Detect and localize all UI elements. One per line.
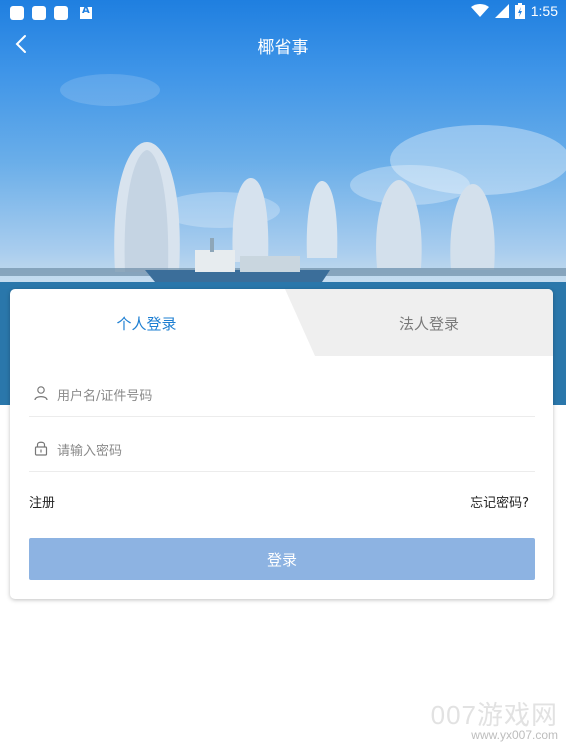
login-card: 个人登录 法人登录 用户名/证件号码 请输入密码 注册 忘记密码? 登录 (10, 289, 553, 599)
login-button-label: 登录 (266, 550, 297, 569)
notification-icon (54, 6, 68, 20)
password-placeholder: 请输入密码 (57, 444, 123, 459)
lock-icon (34, 441, 48, 456)
username-placeholder: 用户名/证件号码 (57, 389, 153, 404)
register-link[interactable]: 注册 (29, 492, 55, 511)
tab-legal-label: 法人登录 (398, 315, 459, 333)
wifi-icon (470, 4, 489, 17)
tab-personal-login[interactable]: 个人登录 (10, 289, 310, 356)
page-title: 椰省事 (257, 38, 309, 58)
forgot-password-link[interactable]: 忘记密码? (470, 492, 529, 511)
login-tabs: 个人登录 法人登录 (10, 289, 553, 356)
signal-icon (494, 4, 509, 18)
status-bar: 1:55 (0, 0, 566, 26)
watermark: 007游戏网 www.yx007.com (431, 695, 558, 742)
tab-legal-login[interactable]: 法人登录 (285, 289, 553, 356)
tab-personal-label: 个人登录 (116, 315, 177, 333)
watermark-brand: 007游戏网 (430, 700, 558, 730)
login-button[interactable]: 登录 (29, 538, 535, 580)
battery-icon (514, 3, 525, 19)
user-icon (34, 386, 48, 401)
status-time: 1:55 (530, 3, 558, 19)
username-field[interactable]: 用户名/证件号码 (29, 370, 535, 417)
password-field[interactable]: 请输入密码 (29, 425, 535, 472)
notification-icon (10, 6, 24, 20)
app-notification-icon (80, 5, 92, 19)
notification-icon (32, 6, 46, 20)
